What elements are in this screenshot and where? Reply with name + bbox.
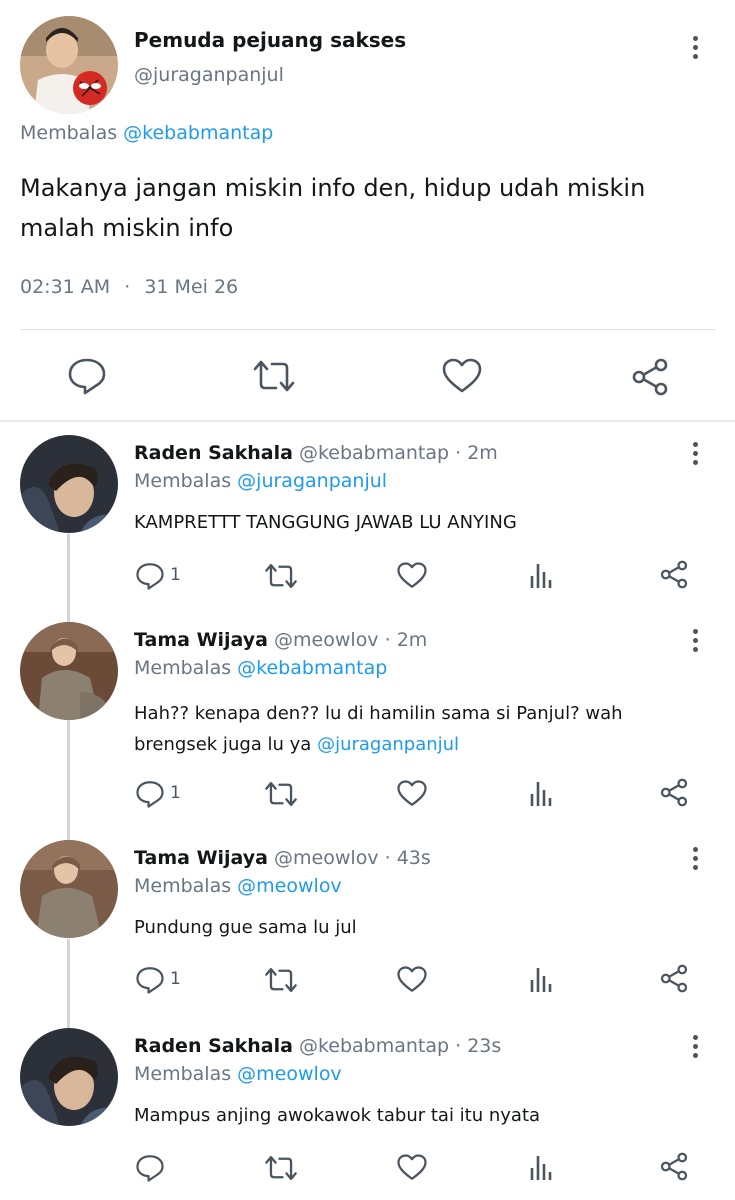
author-handle[interactable]: @juraganpanjul	[134, 64, 284, 86]
reply-text-fragment: brengsek juga lu ya	[134, 734, 312, 755]
replying-prefix: Membalas	[20, 122, 118, 144]
thread-line	[67, 534, 70, 622]
reply-icon[interactable]	[135, 562, 165, 590]
retweet-icon[interactable]	[264, 966, 298, 994]
like-icon[interactable]	[397, 780, 427, 807]
more-vertical-icon[interactable]	[690, 629, 700, 652]
replying-to-link[interactable]: @kebabmantap	[123, 122, 273, 144]
reply-text-line: brengsek juga lu ya @juraganpanjul	[134, 729, 714, 760]
tweet-timestamp: 02:31 AM · 31 Mei 26	[20, 276, 238, 298]
like-icon[interactable]	[397, 562, 427, 589]
reply-time: · 2m	[384, 629, 428, 651]
avatar[interactable]	[20, 435, 118, 533]
reply-header: Raden Sakhala @kebabmantap · 2m	[134, 442, 498, 464]
reply-time: · 43s	[384, 847, 431, 869]
reply-count: 1	[170, 783, 181, 803]
divider	[20, 329, 716, 330]
tweet-text: Makanya jangan miskin info den, hidup ud…	[20, 174, 646, 242]
replying-to: Membalas @juraganpanjul	[134, 470, 387, 492]
reply-text: Hah?? kenapa den?? lu di hamilin sama si…	[134, 698, 714, 760]
analytics-icon[interactable]	[530, 1154, 554, 1180]
reply-count: 1	[170, 565, 181, 585]
analytics-icon[interactable]	[530, 562, 554, 588]
reply-time: · 23s	[455, 1035, 502, 1057]
retweet-icon[interactable]	[264, 562, 298, 590]
section-separator	[0, 420, 735, 422]
like-icon[interactable]	[397, 1154, 427, 1181]
reply-icon[interactable]	[67, 357, 107, 395]
author-name[interactable]: Tama Wijaya	[134, 629, 268, 651]
avatar[interactable]	[20, 1028, 118, 1126]
more-vertical-icon[interactable]	[690, 36, 700, 59]
share-icon[interactable]	[659, 560, 689, 589]
share-icon[interactable]	[659, 964, 689, 993]
time-separator: ·	[124, 276, 131, 298]
reply-header: Tama Wijaya @meowlov · 43s	[134, 847, 431, 869]
reply-text-line: Hah?? kenapa den?? lu di hamilin sama si…	[134, 703, 623, 724]
share-icon[interactable]	[659, 1152, 689, 1181]
replying-to-link[interactable]: @kebabmantap	[237, 657, 387, 679]
share-icon[interactable]	[659, 778, 689, 807]
author-handle[interactable]: @meowlov	[274, 847, 379, 869]
reply-text: KAMPRETTT TANGGUNG JAWAB LU ANYING	[134, 512, 517, 533]
author-handle[interactable]: @kebabmantap	[299, 442, 449, 464]
avatar[interactable]	[20, 622, 118, 720]
retweet-icon[interactable]	[264, 780, 298, 808]
tweet-time: 02:31 AM	[20, 276, 111, 298]
reply-header: Raden Sakhala @kebabmantap · 23s	[134, 1035, 501, 1057]
more-vertical-icon[interactable]	[690, 1035, 700, 1058]
like-icon[interactable]	[397, 966, 427, 993]
replying-to-link[interactable]: @meowlov	[237, 875, 342, 897]
like-icon[interactable]	[442, 358, 482, 394]
replying-prefix: Membalas	[134, 657, 232, 679]
reply-icon[interactable]	[135, 966, 165, 994]
avatar[interactable]	[20, 840, 118, 938]
retweet-icon[interactable]	[264, 1154, 298, 1182]
author-handle[interactable]: @kebabmantap	[299, 1035, 449, 1057]
thread-line	[67, 939, 70, 1029]
author-handle[interactable]: @meowlov	[274, 629, 379, 651]
author-name[interactable]: Pemuda pejuang sakses	[134, 28, 406, 52]
reply-time: · 2m	[455, 442, 498, 464]
replying-to: Membalas @meowlov	[134, 875, 342, 897]
replying-to-link[interactable]: @juraganpanjul	[237, 470, 387, 492]
replying-prefix: Membalas	[134, 1063, 232, 1085]
replying-prefix: Membalas	[134, 470, 232, 492]
avatar-main[interactable]	[20, 16, 118, 114]
author-name[interactable]: Raden Sakhala	[134, 442, 293, 464]
replying-to: Membalas @kebabmantap	[20, 122, 273, 144]
reply-icon[interactable]	[135, 780, 165, 808]
replying-to: Membalas @kebabmantap	[134, 657, 387, 679]
thread-line	[67, 720, 70, 840]
replying-to-link[interactable]: @meowlov	[237, 1063, 342, 1085]
tweet-date: 31 Mei 26	[144, 276, 239, 298]
reply-icon[interactable]	[135, 1154, 165, 1182]
author-name[interactable]: Tama Wijaya	[134, 847, 268, 869]
analytics-icon[interactable]	[530, 966, 554, 992]
analytics-icon[interactable]	[530, 780, 554, 806]
reply-text: Pundung gue sama lu jul	[134, 917, 357, 938]
mention-link[interactable]: @juraganpanjul	[317, 734, 459, 755]
replying-to: Membalas @meowlov	[134, 1063, 342, 1085]
reply-text: Mampus anjing awokawok tabur tai itu nya…	[134, 1105, 541, 1126]
author-name[interactable]: Raden Sakhala	[134, 1035, 293, 1057]
reply-header: Tama Wijaya @meowlov · 2m	[134, 629, 427, 651]
share-icon[interactable]	[630, 358, 670, 396]
retweet-icon[interactable]	[252, 358, 296, 394]
more-vertical-icon[interactable]	[690, 442, 700, 465]
replying-prefix: Membalas	[134, 875, 232, 897]
reply-count: 1	[170, 969, 181, 989]
more-vertical-icon[interactable]	[690, 847, 700, 870]
